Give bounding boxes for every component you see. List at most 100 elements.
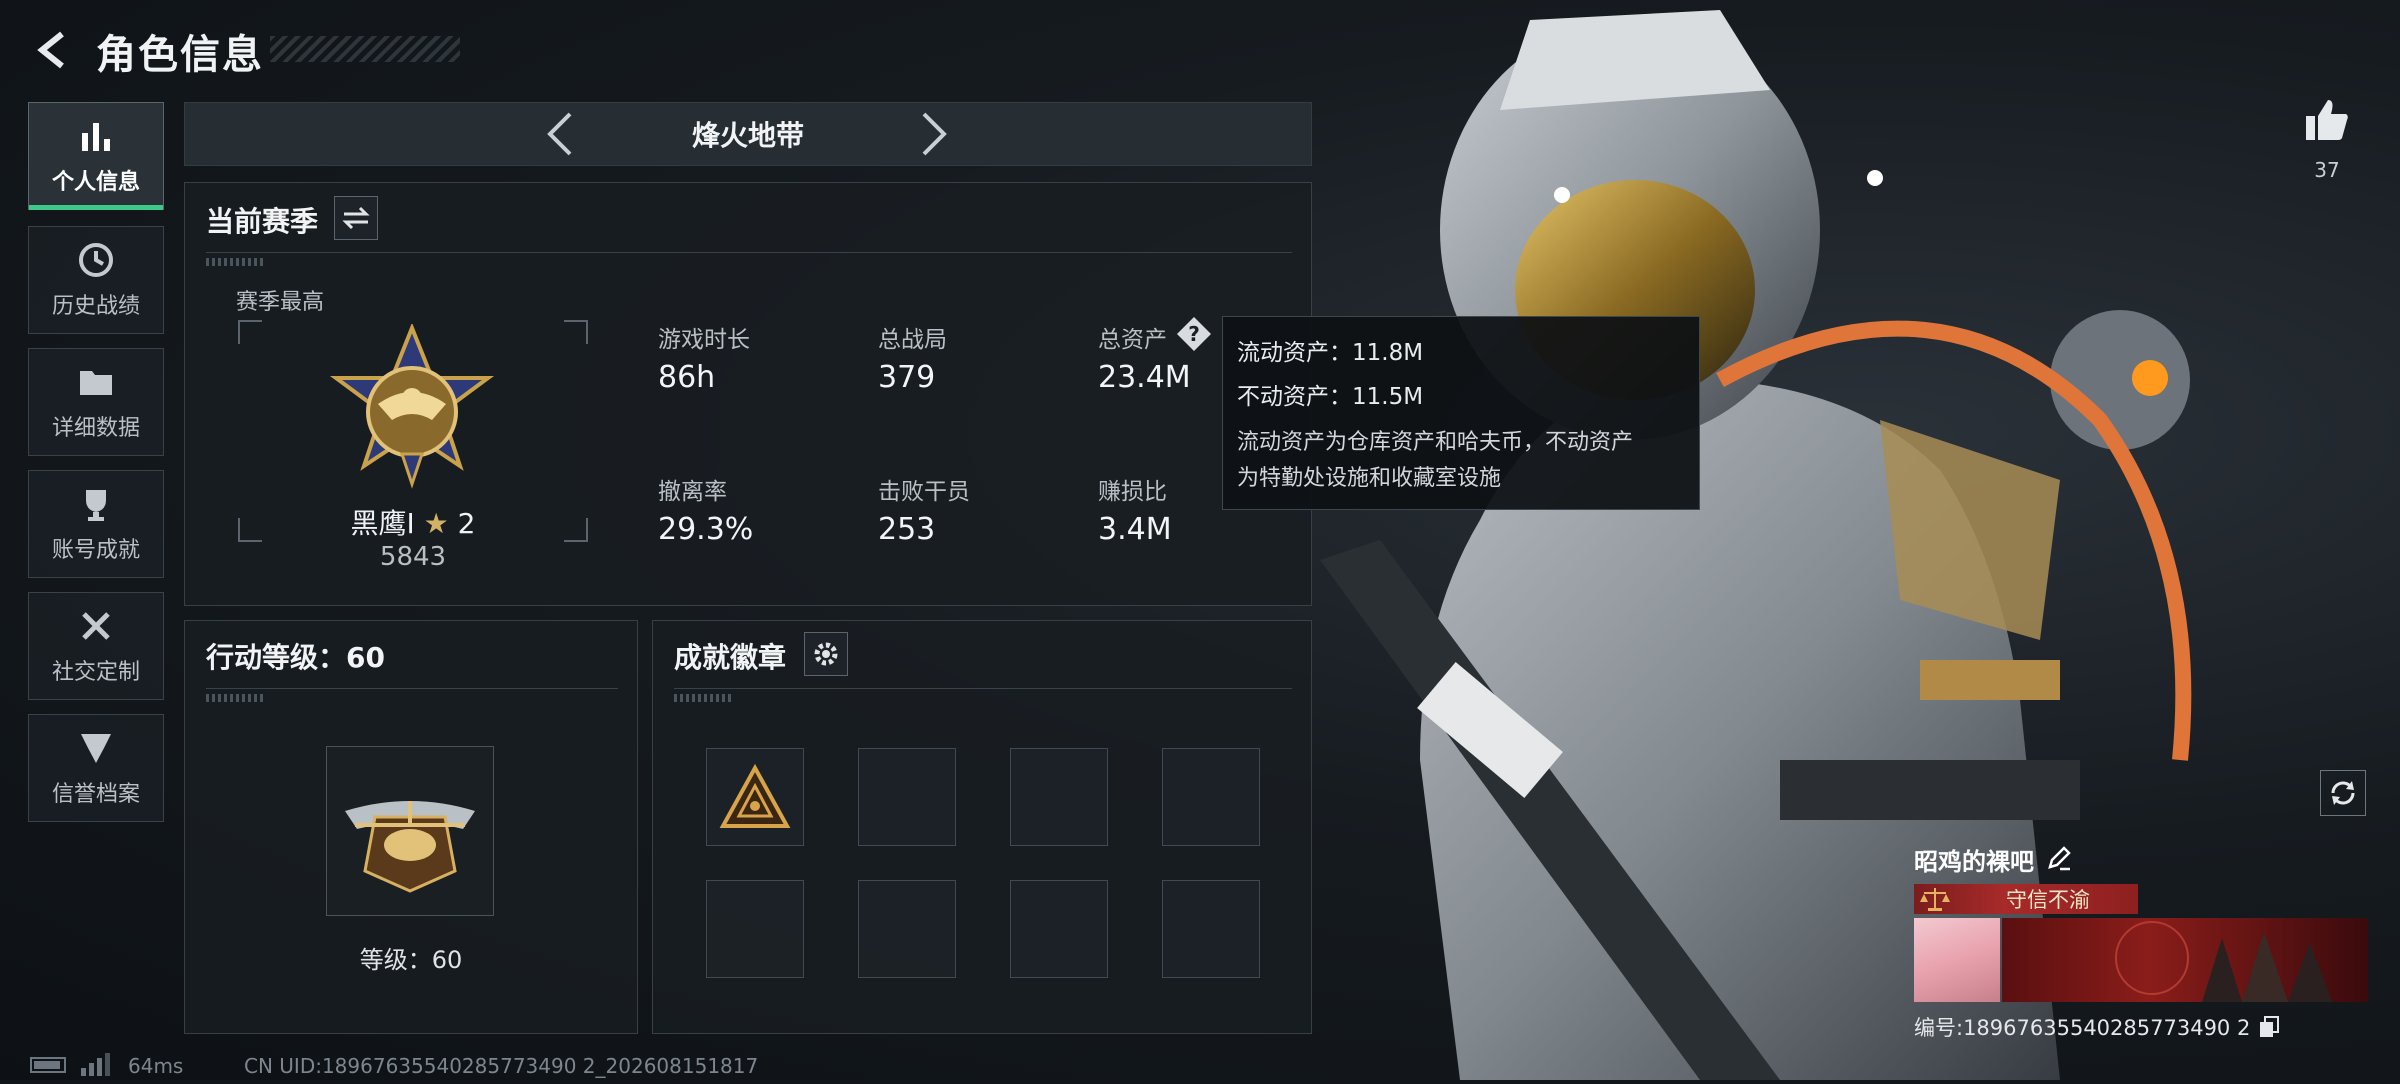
ping-value: 64ms: [128, 1054, 184, 1078]
thumbs-up-icon: [2306, 100, 2348, 140]
uid-text: CN UID:18967635540285773490 2_2026081518…: [244, 1054, 759, 1078]
level-emblem-frame: [326, 746, 494, 916]
star-icon: ★: [423, 507, 449, 540]
sidebar-item-label: 个人信息: [51, 170, 140, 195]
page-title: 角色信息: [96, 32, 264, 78]
liquid-assets: 流动资产：11.8M: [1237, 340, 1424, 366]
title-decoration: [270, 36, 460, 62]
stat-label: 赚损比: [1098, 479, 1167, 505]
folder-icon: [76, 362, 116, 402]
tooltip-desc-line2: 为特勤处设施和收藏室设施: [1237, 466, 1502, 491]
divider: [206, 252, 1292, 253]
season-title: 当前赛季: [206, 205, 319, 238]
stat-value: 29.3%: [658, 512, 754, 547]
rotate-view-button[interactable]: [2320, 770, 2366, 816]
help-button[interactable]: ?: [1176, 316, 1212, 356]
sidebar-item-personal-info[interactable]: 个人信息: [28, 102, 164, 210]
rank-name-row: 黑鹰I ★ 2: [238, 502, 588, 542]
divider: [674, 688, 1292, 689]
badge-slot[interactable]: [858, 748, 956, 846]
stat-label: 总资产: [1098, 327, 1167, 353]
likes-count: 37: [2314, 158, 2340, 182]
profile-id-line: 编号:18967635540285773490 2: [1914, 1012, 2280, 1043]
badge-slot[interactable]: [706, 880, 804, 978]
rotate-icon: [2331, 781, 2355, 805]
decoration: [206, 694, 266, 702]
swap-icon: [342, 206, 370, 230]
sidebar-item-achievements[interactable]: 账号成就: [28, 470, 164, 578]
badge-slot[interactable]: [1162, 748, 1260, 846]
help-icon: ?: [1177, 317, 1211, 351]
like-button[interactable]: [2304, 96, 2350, 146]
history-icon: [76, 240, 116, 280]
gear-icon: [814, 642, 838, 666]
chevron-right-icon: [922, 112, 947, 156]
signal-icon: [80, 1052, 110, 1080]
avatar: [1914, 918, 2000, 1002]
sidebar-item-detailed-data[interactable]: 详细数据: [28, 348, 164, 456]
stat-label: 总战局: [878, 327, 947, 353]
sidebar-item-credit-record[interactable]: 信誉档案: [28, 714, 164, 822]
season-best-label: 赛季最高: [236, 290, 325, 315]
stat-value: 23.4M: [1098, 360, 1191, 395]
back-arrow-icon: [37, 31, 64, 69]
sidebar-item-label: 详细数据: [51, 416, 140, 441]
helicopter-emblem-icon: [345, 801, 475, 893]
stat-value: 379: [878, 360, 936, 395]
copy-id-button[interactable]: [2259, 1015, 2280, 1043]
switch-season-button[interactable]: [334, 196, 378, 240]
stat-label: 游戏时长: [658, 327, 750, 353]
badge-slot[interactable]: [706, 748, 804, 846]
level-caption: 等级：60: [359, 946, 463, 974]
credit-tag-text: 守信不渝: [2006, 888, 2090, 912]
badge-slot[interactable]: [1162, 880, 1260, 978]
profile-name-row: 昭鸡的裸吧: [1914, 842, 2072, 877]
badge-slot[interactable]: [1010, 880, 1108, 978]
profile-name: 昭鸡的裸吧: [1914, 848, 2034, 876]
sidebar-item-label: 信誉档案: [51, 782, 140, 807]
scales-icon: [1920, 888, 1950, 911]
shield-badge-icon: [76, 728, 116, 768]
credit-tag: 守信不渝: [1914, 884, 2138, 914]
triangle-badge-icon: [719, 764, 791, 828]
edit-name-button[interactable]: [2046, 845, 2072, 875]
tools-icon: [76, 606, 116, 646]
asset-tooltip: 流动资产：11.8M 不动资产：11.5M 流动资产为仓库资产和哈夫币，不动资产…: [1222, 316, 1700, 510]
profile-id: 编号:18967635540285773490 2: [1914, 1016, 2251, 1040]
battery-icon: [30, 1056, 70, 1078]
bar-chart-icon: [76, 116, 116, 156]
profile-banner: [2002, 918, 2368, 1002]
fixed-assets: 不动资产：11.5M: [1237, 384, 1424, 410]
decoration: [206, 258, 266, 266]
sidebar-item-label: 历史战绩: [51, 294, 140, 319]
rank-stars: 2: [457, 507, 476, 540]
chevron-left-icon: [547, 112, 572, 156]
sidebar-item-history[interactable]: 历史战绩: [28, 226, 164, 334]
trophy-icon: [76, 484, 116, 524]
profile-card: 昭鸡的裸吧 守信不渝 编号:18967635540285773490 2: [1904, 836, 2374, 1050]
rank-name: 黑鹰I: [350, 507, 415, 540]
next-mode-button[interactable]: [908, 108, 960, 160]
stat-value: 3.4M: [1098, 512, 1172, 547]
sidebar-item-label: 账号成就: [51, 538, 140, 563]
tooltip-desc-line1: 流动资产为仓库资产和哈夫币，不动资产: [1237, 430, 1634, 455]
decoration: [674, 694, 734, 702]
sidebar-item-label: 社交定制: [51, 660, 140, 685]
badge-slot[interactable]: [858, 880, 956, 978]
stat-value: 86h: [658, 360, 716, 395]
level-title: 行动等级：60: [206, 641, 385, 674]
badge-slot[interactable]: [1010, 748, 1108, 846]
prev-mode-button[interactable]: [534, 108, 586, 160]
rank-score: 5843: [379, 542, 447, 572]
rank-emblem-icon: [322, 322, 502, 504]
achievements-settings-button[interactable]: [804, 632, 848, 676]
stat-value: 253: [878, 512, 936, 547]
divider: [206, 688, 618, 689]
stat-label: 击败干员: [878, 479, 970, 505]
mode-title: 烽火地带: [691, 119, 804, 152]
copy-icon: [2260, 1015, 2280, 1037]
stat-label: 撤离率: [658, 479, 727, 505]
back-button[interactable]: [28, 26, 76, 74]
sidebar-item-social-custom[interactable]: 社交定制: [28, 592, 164, 700]
pencil-icon: [2048, 845, 2071, 870]
